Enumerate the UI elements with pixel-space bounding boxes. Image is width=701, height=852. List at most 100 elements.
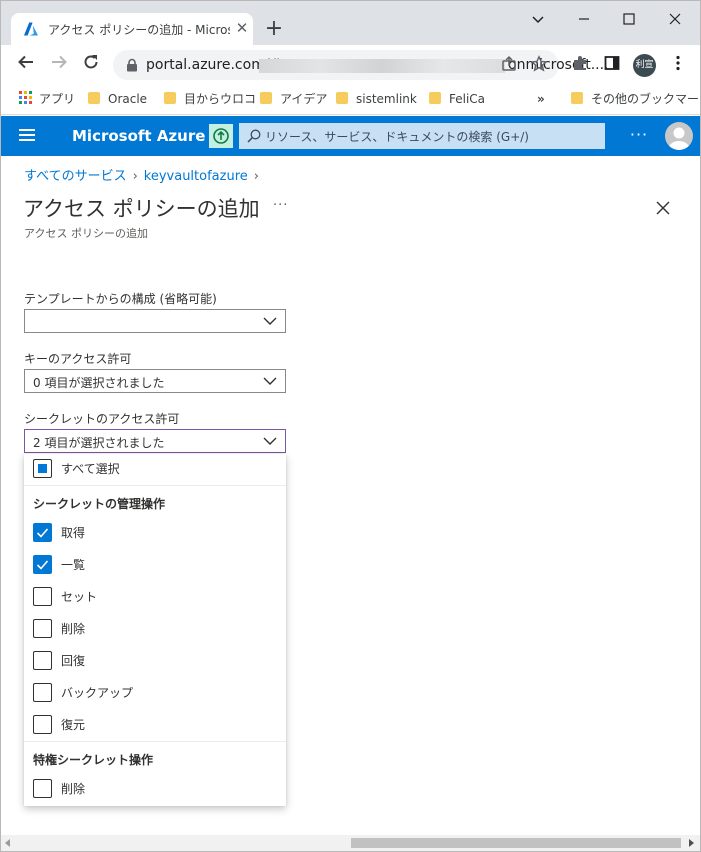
bookmark-label: アイデア bbox=[280, 92, 328, 106]
extensions-icon[interactable] bbox=[570, 54, 590, 74]
minimize-icon[interactable] bbox=[569, 7, 599, 31]
checkbox[interactable] bbox=[33, 555, 52, 574]
bookmark-oracle[interactable]: Oracle bbox=[88, 90, 147, 108]
bookmark-label: その他のブックマーク bbox=[591, 92, 701, 106]
key-permissions-value: 0 項目が選択されました bbox=[33, 376, 165, 390]
option-label: 取得 bbox=[61, 526, 86, 540]
scroll-right-arrow-icon[interactable] bbox=[689, 839, 694, 847]
share-icon[interactable] bbox=[499, 55, 519, 75]
folder-icon bbox=[88, 92, 100, 104]
option-label: 削除 bbox=[61, 622, 86, 636]
bookmark-label: FeliCa bbox=[449, 92, 486, 106]
bookmark-label: 目からウロコ bbox=[184, 92, 257, 106]
bookmark-label: sistemlink bbox=[356, 92, 417, 106]
bookmark-apps[interactable]: アプリ bbox=[19, 90, 75, 108]
new-tab-button[interactable]: + bbox=[263, 18, 285, 40]
reload-icon[interactable] bbox=[79, 53, 103, 75]
folder-icon bbox=[571, 92, 583, 104]
apps-grid-icon bbox=[19, 91, 32, 104]
portal-more-button[interactable]: ··· bbox=[626, 125, 652, 145]
bookmark-felica[interactable]: FeliCa bbox=[429, 90, 485, 108]
bookmarks-overflow-button[interactable]: » bbox=[537, 90, 545, 108]
tab-search-icon[interactable] bbox=[523, 7, 553, 31]
bookmark-label: Oracle bbox=[108, 92, 148, 106]
azure-search-input[interactable]: リソース、サービス、ドキュメントの検索 (G+/) bbox=[239, 123, 605, 149]
profile-avatar[interactable]: 利宣 bbox=[633, 54, 656, 77]
other-bookmarks-folder[interactable]: その他のブックマーク bbox=[571, 90, 701, 108]
key-permissions-dropdown[interactable]: 0 項目が選択されました bbox=[24, 369, 286, 393]
folder-icon bbox=[164, 92, 176, 104]
back-arrow-icon[interactable] bbox=[14, 53, 38, 75]
option-label: セット bbox=[61, 590, 98, 604]
tab-close-icon[interactable]: ✕ bbox=[233, 19, 251, 37]
browser-toolbar: portal.azure.com/# onmicrosoft.... bbox=[1, 45, 700, 83]
checkbox[interactable] bbox=[33, 683, 52, 702]
scrollbar-thumb[interactable] bbox=[351, 838, 681, 848]
checkbox[interactable] bbox=[33, 715, 52, 734]
divider bbox=[24, 485, 286, 486]
close-icon[interactable] bbox=[653, 198, 673, 218]
page-subtitle: アクセス ポリシーの追加 bbox=[24, 227, 148, 240]
horizontal-scrollbar[interactable] bbox=[1, 835, 700, 851]
breadcrumb: すべてのサービス › keyvaultofazure › bbox=[24, 165, 265, 184]
hamburger-menu-icon[interactable] bbox=[19, 129, 35, 143]
chevron-right-icon: › bbox=[253, 169, 259, 184]
select-all-option[interactable]: すべて選択 bbox=[24, 455, 286, 483]
option-label: バックアップ bbox=[61, 686, 134, 700]
group-heading-privileged: 特権シークレット操作 bbox=[33, 753, 154, 767]
divider bbox=[24, 741, 286, 742]
scroll-left-arrow-icon[interactable] bbox=[5, 839, 10, 847]
checkbox[interactable] bbox=[33, 523, 52, 542]
folder-icon bbox=[336, 92, 348, 104]
secret-permissions-panel: すべて選択 シークレットの管理操作 取得 一覧 セット 削除 回復 バックアップ bbox=[24, 454, 286, 806]
option-set[interactable]: セット bbox=[24, 583, 286, 611]
bookmark-me-kara-uroko[interactable]: 目からウロコ bbox=[164, 90, 256, 108]
address-bar[interactable]: portal.azure.com/# onmicrosoft.... bbox=[113, 50, 609, 80]
folder-icon bbox=[429, 92, 441, 104]
breadcrumb-all-services[interactable]: すべてのサービス bbox=[24, 169, 127, 184]
bookmark-label: アプリ bbox=[39, 92, 76, 106]
option-label: 回復 bbox=[61, 654, 86, 668]
template-dropdown[interactable] bbox=[24, 309, 286, 333]
chevron-down-icon bbox=[263, 377, 277, 385]
search-placeholder: リソース、サービス、ドキュメントの検索 (G+/) bbox=[265, 130, 529, 144]
option-recover[interactable]: 回復 bbox=[24, 647, 286, 675]
option-list[interactable]: 一覧 bbox=[24, 551, 286, 579]
bookmarks-bar: アプリ Oracle 目からウロコ アイデア sistemlink FeliCa… bbox=[1, 83, 701, 115]
secret-permissions-dropdown[interactable]: 2 項目が選択されました bbox=[24, 429, 286, 453]
option-restore[interactable]: 復元 bbox=[24, 711, 286, 739]
option-backup[interactable]: バックアップ bbox=[24, 679, 286, 707]
redacted-url-segment bbox=[259, 59, 505, 73]
checkbox[interactable] bbox=[33, 779, 52, 798]
bookmark-sistemlink[interactable]: sistemlink bbox=[336, 90, 417, 108]
url-text-suffix: onmicrosoft.... bbox=[508, 57, 609, 73]
browser-tab[interactable]: アクセス ポリシーの追加 - Microsoft ✕ bbox=[11, 13, 253, 45]
option-label: 復元 bbox=[61, 718, 86, 732]
option-purge[interactable]: 削除 bbox=[24, 775, 286, 803]
chevron-down-icon bbox=[263, 317, 277, 325]
maximize-icon[interactable] bbox=[614, 7, 644, 31]
upgrade-icon[interactable] bbox=[209, 124, 233, 148]
select-all-checkbox[interactable] bbox=[33, 459, 52, 478]
checkbox[interactable] bbox=[33, 651, 52, 670]
search-icon bbox=[247, 129, 261, 143]
browser-menu-icon[interactable] bbox=[668, 54, 688, 74]
window-close-icon[interactable] bbox=[660, 7, 690, 31]
azure-top-bar: Microsoft Azure リソース、サービス、ドキュメントの検索 (G+/… bbox=[1, 116, 700, 156]
azure-brand[interactable]: Microsoft Azure bbox=[72, 127, 205, 145]
option-delete[interactable]: 削除 bbox=[24, 615, 286, 643]
title-more-button[interactable]: ··· bbox=[273, 198, 288, 213]
user-avatar-icon[interactable] bbox=[665, 122, 693, 150]
side-panel-icon[interactable] bbox=[602, 54, 622, 74]
checkbox[interactable] bbox=[33, 619, 52, 638]
chevron-right-icon: › bbox=[132, 169, 138, 184]
folder-icon bbox=[260, 92, 272, 104]
option-get[interactable]: 取得 bbox=[24, 519, 286, 547]
breadcrumb-keyvault[interactable]: keyvaultofazure bbox=[144, 169, 248, 184]
checkbox[interactable] bbox=[33, 587, 52, 606]
checkmark-icon bbox=[36, 560, 49, 570]
bookmark-idea[interactable]: アイデア bbox=[260, 90, 327, 108]
forward-arrow-icon[interactable] bbox=[47, 53, 71, 75]
tab-title: アクセス ポリシーの追加 - Microsoft bbox=[48, 23, 230, 37]
bookmark-star-icon[interactable] bbox=[529, 55, 549, 75]
